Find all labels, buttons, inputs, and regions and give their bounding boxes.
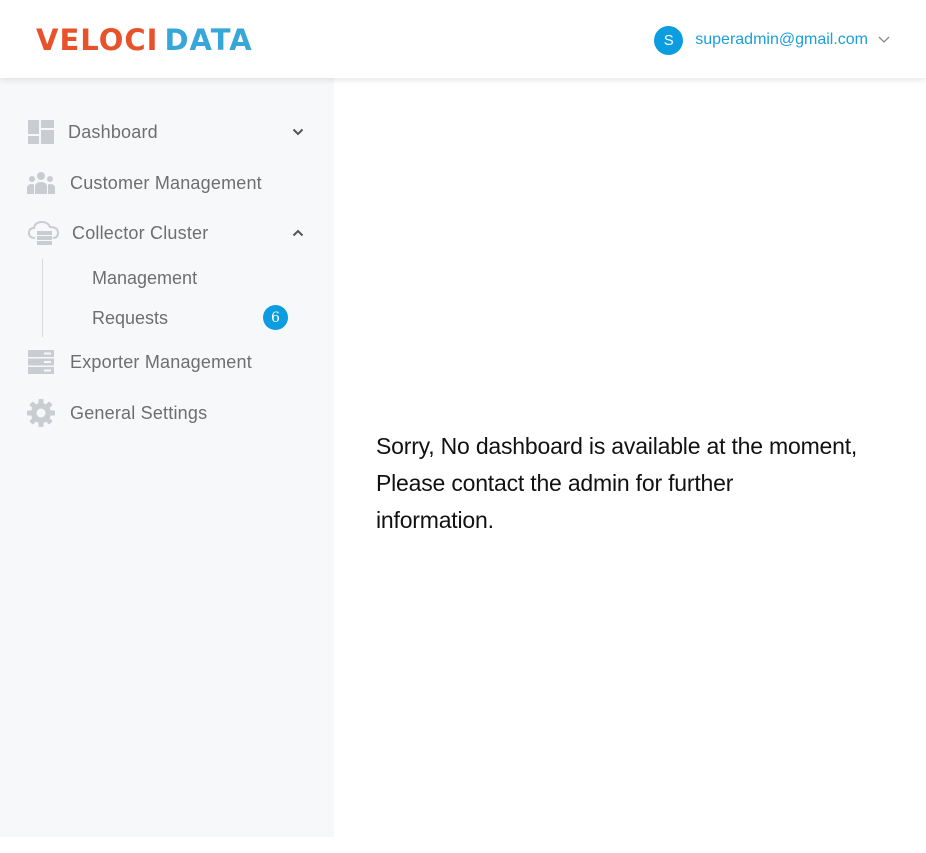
sidebar-item-label: Exporter Management — [70, 351, 252, 372]
message-line: Sorry, No dashboard is available at the … — [376, 433, 858, 459]
users-icon — [27, 169, 55, 197]
velocidata-logo[interactable]: VELOCI DATA — [36, 22, 253, 58]
submenu-divider — [42, 259, 43, 337]
sidebar: Dashboard Customer Management Collector … — [0, 78, 334, 837]
cloud-server-icon — [27, 219, 61, 247]
server-icon — [27, 348, 55, 376]
no-dashboard-message: Sorry, No dashboard is available at the … — [376, 428, 916, 539]
message-line: information. — [376, 507, 494, 533]
requests-count-badge: 6 — [263, 305, 288, 330]
message-line: Please contact the admin for further — [376, 470, 734, 496]
sidebar-item-customer-management[interactable]: Customer Management — [0, 163, 334, 203]
sidebar-item-label: Dashboard — [68, 121, 158, 142]
sidebar-item-label: General Settings — [70, 402, 208, 423]
sidebar-subitem-requests[interactable]: Requests — [92, 303, 168, 333]
sidebar-item-label: Customer Management — [70, 172, 262, 193]
sidebar-subitem-management[interactable]: Management — [92, 263, 197, 293]
logo-text-veloci: VELOCI — [36, 23, 159, 57]
sidebar-item-general-settings[interactable]: General Settings — [0, 393, 334, 433]
user-menu[interactable]: S superadmin@gmail.com — [654, 25, 890, 55]
chevron-up-icon[interactable] — [291, 226, 305, 240]
chevron-down-icon[interactable] — [878, 36, 890, 44]
logo-text-data: DATA — [164, 23, 253, 57]
sidebar-item-label: Collector Cluster — [72, 222, 209, 243]
top-header: VELOCI DATA S superadmin@gmail.com — [0, 0, 926, 78]
sidebar-item-collector-cluster[interactable]: Collector Cluster — [0, 213, 334, 253]
chevron-down-icon[interactable] — [291, 125, 305, 139]
sidebar-item-exporter-management[interactable]: Exporter Management — [0, 342, 334, 382]
sidebar-item-dashboard[interactable]: Dashboard — [0, 112, 334, 152]
user-email[interactable]: superadmin@gmail.com — [695, 31, 868, 49]
gear-icon — [27, 399, 55, 427]
avatar[interactable]: S — [654, 25, 684, 55]
dashboard-icon — [27, 118, 55, 146]
